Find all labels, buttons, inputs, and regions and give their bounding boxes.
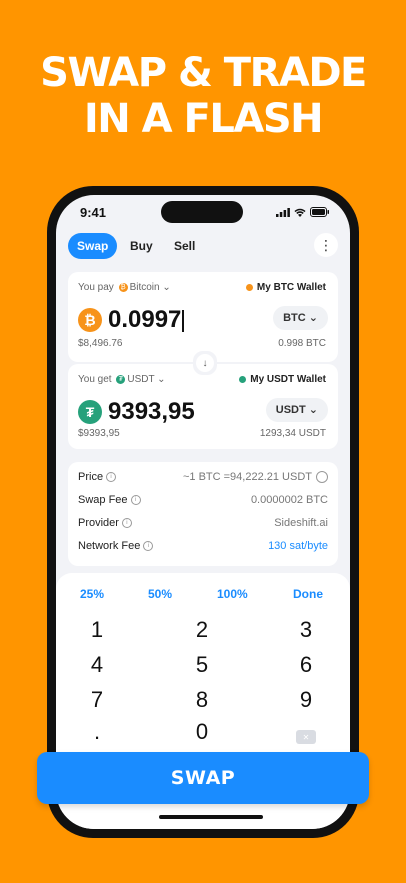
- pay-card: You pay ₿ Bitcoin ⌄ My BTC Wallet ₿ 0.099…: [68, 272, 338, 362]
- tab-bar: Swap Buy Sell ⋮: [68, 233, 338, 259]
- percent-25-button[interactable]: 25%: [80, 587, 104, 601]
- key-1[interactable]: 1: [77, 617, 117, 643]
- info-icon[interactable]: i: [121, 518, 132, 528]
- headline: SWAP & TRADE IN A FLASH: [0, 50, 406, 142]
- network-fee-row: Network Fee i 130 sat/byte: [78, 540, 328, 558]
- more-vertical-icon: ⋮: [319, 236, 333, 253]
- pay-amount-input[interactable]: 0.0997: [108, 306, 184, 334]
- pay-wallet-name: My BTC Wallet: [256, 282, 326, 293]
- usdt-wallet-dot: [239, 376, 247, 383]
- key-2[interactable]: 2: [182, 617, 222, 643]
- get-label: You get: [78, 374, 112, 385]
- get-fiat: $9393,95: [78, 428, 120, 439]
- percent-50-button[interactable]: 50%: [148, 587, 172, 601]
- pay-fiat: $8,496.76: [78, 338, 123, 349]
- phone-screen: 9:41 Swap Buy Sell ⋮ You pay ₿Bitcoin ⌄: [56, 195, 350, 829]
- bitcoin-icon: ₿: [118, 282, 128, 292]
- status-bar: 9:41: [56, 195, 350, 231]
- fee-label: Swap Fee: [78, 494, 128, 506]
- headline-line-1: SWAP & TRADE: [40, 50, 367, 96]
- status-time: 9:41: [80, 205, 107, 220]
- tab-sell[interactable]: Sell: [174, 233, 195, 259]
- phone-frame: 9:41 Swap Buy Sell ⋮ You pay ₿Bitcoin ⌄: [47, 186, 359, 838]
- get-coin-name: USDT: [127, 374, 155, 385]
- key-5[interactable]: 5: [182, 652, 222, 678]
- arrow-down-icon: ↓: [196, 354, 214, 372]
- network-fee-value[interactable]: 130 sat/byte: [268, 540, 328, 552]
- get-amount-value: 9393,95: [108, 398, 195, 425]
- price-value: ~1 BTC =94,222.21 USDT: [182, 471, 312, 483]
- text-caret: [182, 309, 184, 332]
- percent-100-button[interactable]: 100%: [217, 587, 248, 601]
- price-label: Price: [78, 471, 104, 483]
- done-button[interactable]: Done: [293, 587, 323, 601]
- backspace-button[interactable]: ✕: [296, 730, 316, 744]
- get-ticker: USDT: [275, 404, 306, 416]
- network-label: Network Fee: [78, 540, 141, 552]
- headline-line-2: IN A FLASH: [83, 96, 324, 142]
- tab-buy[interactable]: Buy: [130, 233, 153, 259]
- get-wallet[interactable]: My USDT Wallet: [239, 374, 326, 385]
- network-label-wrap: Network Fee i: [78, 540, 154, 552]
- bitcoin-icon: ₿: [78, 308, 102, 332]
- dynamic-island: [161, 201, 243, 223]
- swap-button[interactable]: SWAP: [37, 752, 369, 804]
- swap-fee-row: Swap Fee i 0.0000002 BTC: [78, 494, 328, 512]
- pay-amount-value: 0.0997: [108, 306, 182, 333]
- swap-direction-button[interactable]: ↓: [193, 351, 217, 375]
- pay-label-row[interactable]: You pay ₿ Bitcoin ⌄: [78, 282, 171, 293]
- key-8[interactable]: 8: [182, 687, 222, 713]
- key-9[interactable]: 9: [286, 687, 326, 713]
- more-button[interactable]: ⋮: [314, 233, 338, 257]
- chevron-down-icon: ⌄: [162, 282, 171, 293]
- backspace-icon: ✕: [302, 732, 310, 742]
- pay-coin-name: Bitcoin: [129, 282, 160, 293]
- home-indicator: [159, 815, 263, 819]
- provider-label-wrap: Provider i: [78, 517, 132, 529]
- pay-label: You pay: [78, 282, 114, 293]
- fee-value: 0.0000002 BTC: [250, 494, 328, 506]
- wifi-icon: [294, 208, 306, 217]
- chevron-down-icon: ⌄: [308, 312, 318, 324]
- swap-info-card: Price i ~1 BTC =94,222.21 USDT Swap Fee i …: [68, 462, 338, 566]
- key-decimal[interactable]: .: [77, 719, 117, 745]
- provider-label: Provider: [78, 517, 119, 529]
- get-ticker-select[interactable]: USDT ⌄: [265, 398, 328, 422]
- key-4[interactable]: 4: [77, 652, 117, 678]
- provider-value: Sideshift.ai: [274, 517, 328, 529]
- btc-wallet-dot: [245, 284, 253, 291]
- chevron-down-icon: ⌄: [308, 404, 318, 416]
- key-7[interactable]: 7: [77, 687, 117, 713]
- price-row: Price i ~1 BTC =94,222.21 USDT: [78, 471, 328, 489]
- status-icons: [276, 207, 330, 217]
- pay-wallet[interactable]: My BTC Wallet: [245, 282, 326, 293]
- key-3[interactable]: 3: [286, 617, 326, 643]
- key-6[interactable]: 6: [286, 652, 326, 678]
- get-label-row[interactable]: You get ₮ USDT ⌄: [78, 374, 166, 385]
- info-icon[interactable]: i: [143, 541, 154, 551]
- refresh-timer-icon: [316, 471, 328, 483]
- provider-row: Provider i Sideshift.ai: [78, 517, 328, 535]
- key-0[interactable]: 0: [182, 719, 222, 745]
- pay-balance: 0.998 BTC: [278, 338, 326, 349]
- pay-ticker: BTC: [283, 312, 306, 324]
- pay-amount-row: ₿ 0.0997: [78, 306, 184, 334]
- chevron-down-icon: ⌄: [157, 374, 166, 385]
- info-icon[interactable]: i: [130, 495, 141, 505]
- tab-swap[interactable]: Swap: [68, 233, 118, 259]
- get-amount-row: ₮ 9393,95: [78, 398, 195, 426]
- signal-icon: [276, 207, 290, 217]
- fee-label-wrap: Swap Fee i: [78, 494, 141, 506]
- price-value-wrap: ~1 BTC =94,222.21 USDT: [183, 471, 328, 483]
- get-balance: 1293,34 USDT: [259, 428, 326, 439]
- price-label-wrap: Price i: [78, 471, 117, 483]
- get-card: You get ₮ USDT ⌄ My USDT Wallet ₮ 9393,95…: [68, 364, 338, 449]
- pay-ticker-select[interactable]: BTC ⌄: [273, 306, 328, 330]
- tether-icon: ₮: [116, 374, 126, 384]
- get-wallet-name: My USDT Wallet: [250, 374, 326, 385]
- tether-icon: ₮: [78, 400, 102, 424]
- battery-icon: [310, 207, 329, 217]
- info-icon[interactable]: i: [106, 472, 117, 482]
